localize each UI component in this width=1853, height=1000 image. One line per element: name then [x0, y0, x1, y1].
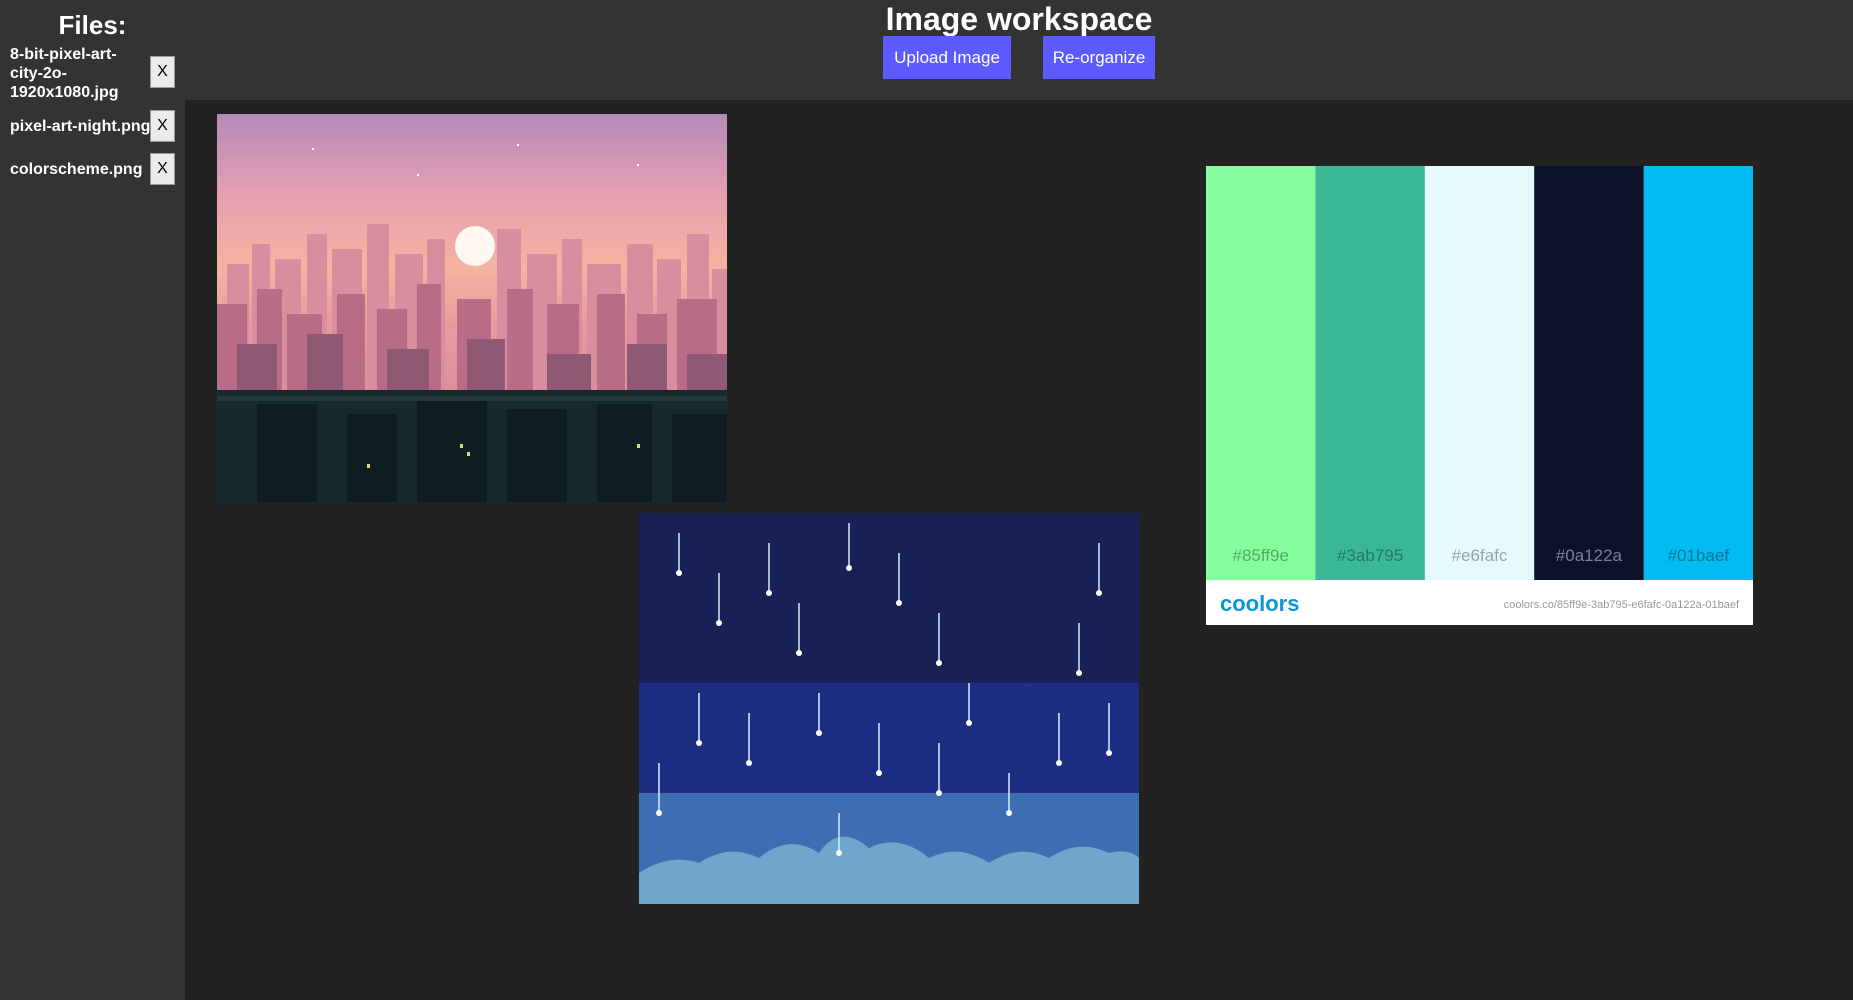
swatch-hex-label: #e6fafc [1452, 546, 1508, 565]
remove-file-button[interactable]: X [150, 110, 175, 142]
remove-file-button[interactable]: X [150, 56, 175, 88]
files-heading: Files: [58, 10, 127, 40]
file-item: 8-bit-pixel-art-city-2o-1920x1080.jpg X [10, 45, 175, 101]
file-name: colorscheme.png [10, 161, 143, 178]
swatch-hex-label: #3ab795 [1337, 546, 1403, 565]
city-pixel-art [217, 114, 727, 502]
header-bar: Image workspace Upload Image Re-organize [185, 0, 1853, 100]
file-item: colorscheme.png X [10, 153, 175, 187]
palette-swatch [1643, 166, 1753, 580]
palette-url: coolors.co/85ff9e-3ab795-e6fafc-0a122a-0… [1504, 599, 1740, 611]
palette-swatch [1424, 166, 1535, 580]
file-item: pixel-art-night.png X [10, 110, 175, 144]
file-sidebar: Files: 8-bit-pixel-art-city-2o-1920x1080… [0, 0, 185, 1000]
page-title: Image workspace [885, 1, 1153, 37]
upload-image-button[interactable]: Upload Image [883, 36, 1011, 79]
file-name: 8-bit-pixel-art-city-2o-1920x1080.jpg [10, 46, 119, 101]
city-image[interactable] [217, 114, 727, 502]
palette-swatch [1206, 166, 1316, 580]
swatch-hex-label: #01baef [1668, 546, 1730, 565]
palette-swatch [1534, 166, 1645, 580]
swatch-hex-label: #0a122a [1556, 546, 1623, 565]
reorganize-button[interactable]: Re-organize [1043, 36, 1155, 79]
night-image[interactable] [639, 513, 1139, 904]
palette-image[interactable]: #85ff9e #3ab795 #e6fafc #0a122a #01baef cool… [1206, 166, 1753, 625]
file-name: pixel-art-night.png [10, 118, 151, 135]
coolors-brand: coolors [1220, 591, 1299, 616]
palette-swatch [1315, 166, 1426, 580]
remove-file-button[interactable]: X [150, 153, 175, 185]
night-pixel-art [639, 513, 1139, 904]
color-palette: #85ff9e #3ab795 #e6fafc #0a122a #01baef cool… [1206, 166, 1753, 625]
swatch-hex-label: #85ff9e [1232, 546, 1288, 565]
